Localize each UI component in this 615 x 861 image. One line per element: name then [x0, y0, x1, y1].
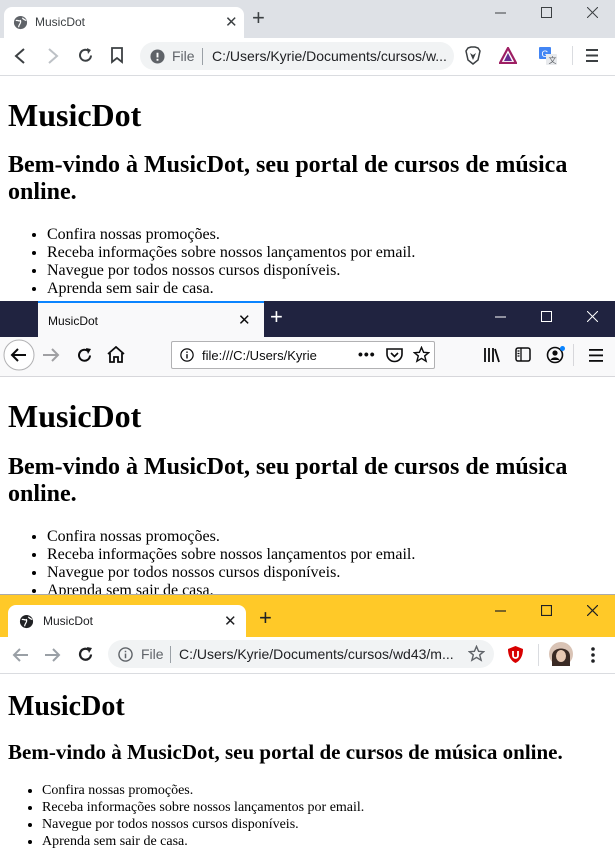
maximize-button[interactable]	[523, 304, 569, 334]
tab-musicdot[interactable]: MusicDot ✕	[8, 605, 246, 638]
info-icon[interactable]	[180, 348, 194, 367]
page-content: MusicDot Bem-vindo à MusicDot, seu porta…	[0, 76, 615, 298]
bookmark-icon[interactable]	[111, 47, 123, 69]
list-item: Navegue por todos nossos cursos disponív…	[47, 262, 615, 280]
feature-list: Confira nossas promoções. Receba informa…	[0, 226, 615, 298]
forward-icon[interactable]	[44, 647, 61, 668]
bookmark-star-icon[interactable]	[467, 644, 486, 667]
tab-title: MusicDot	[43, 614, 94, 628]
page-title: MusicDot	[8, 691, 125, 722]
minimize-button[interactable]	[477, 0, 523, 30]
url-scheme: File	[172, 48, 195, 64]
minimize-button[interactable]	[477, 598, 523, 628]
feature-list: Confira nossas promoções. Receba informa…	[0, 782, 615, 850]
close-tab-icon[interactable]: ✕	[238, 311, 251, 329]
svg-text:文: 文	[549, 55, 557, 65]
translate-icon[interactable]: G文	[539, 47, 557, 70]
profile-avatar[interactable]	[549, 642, 573, 671]
menu-icon[interactable]	[589, 349, 603, 367]
address-bar[interactable]: file:///C:/Users/Kyrie •••	[171, 341, 435, 369]
maximize-button[interactable]	[523, 598, 569, 628]
close-window-button[interactable]	[569, 304, 615, 334]
close-tab-icon[interactable]: ✕	[224, 612, 237, 630]
back-icon[interactable]	[3, 339, 35, 376]
list-item: Aprenda sem sair de casa.	[47, 280, 615, 298]
list-item: Receba informações sobre nossos lançamen…	[42, 799, 615, 816]
list-item: Aprenda sem sair de casa.	[42, 833, 615, 850]
tab-strip: MusicDot ✕ +	[0, 0, 615, 38]
ublock-origin-icon[interactable]	[507, 645, 524, 669]
page-subtitle: Bem-vindo à MusicDot, seu portal de curs…	[8, 454, 568, 507]
back-icon[interactable]	[13, 48, 27, 69]
toolbar: File C:/Users/Kyrie/Documents/cursos/w..…	[0, 38, 615, 76]
tab-musicdot[interactable]: MusicDot ✕	[4, 7, 244, 38]
info-icon[interactable]	[150, 49, 165, 69]
brave-rewards-icon[interactable]	[498, 45, 518, 69]
tab-title: MusicDot	[35, 15, 86, 29]
url-text: C:/Users/Kyrie/Documents/cursos/w...	[212, 48, 447, 64]
tab-strip: MusicDot ✕ +	[0, 594, 615, 638]
page-actions-icon[interactable]: •••	[358, 346, 376, 362]
new-tab-button[interactable]: +	[252, 7, 265, 29]
tab-title: MusicDot	[48, 314, 99, 328]
page-title: MusicDot	[8, 97, 142, 133]
list-item: Receba informações sobre nossos lançamen…	[47, 546, 615, 564]
brave-shields-icon[interactable]	[465, 46, 481, 70]
url-scheme: File	[141, 646, 164, 662]
home-icon[interactable]	[107, 345, 125, 368]
page-content: MusicDot Bem-vindo à MusicDot, seu porta…	[0, 674, 615, 850]
pocket-icon[interactable]	[386, 347, 403, 368]
close-tab-icon[interactable]: ✕	[225, 13, 238, 31]
new-tab-button[interactable]: +	[259, 607, 272, 629]
forward-icon[interactable]	[46, 48, 60, 69]
address-bar[interactable]: File C:/Users/Kyrie/Documents/cursos/wd4…	[108, 640, 494, 668]
sidebar-icon[interactable]	[515, 347, 531, 367]
page-subtitle: Bem-vindo à MusicDot, seu portal de curs…	[8, 740, 563, 764]
bookmark-star-icon[interactable]	[412, 345, 431, 368]
minimize-button[interactable]	[477, 304, 523, 334]
close-window-button[interactable]	[569, 598, 615, 628]
list-item: Navegue por todos nossos cursos disponív…	[47, 564, 615, 582]
list-item: Confira nossas promoções.	[47, 528, 615, 546]
toolbar: File C:/Users/Kyrie/Documents/cursos/wd4…	[0, 637, 615, 674]
separator	[202, 48, 203, 65]
reload-icon[interactable]	[77, 47, 94, 69]
page-subtitle: Bem-vindo à MusicDot, seu portal de curs…	[8, 152, 568, 205]
toolbar-divider	[572, 46, 573, 65]
brave-window: MusicDot ✕ + File C:/Users/Kyrie/Documen…	[0, 0, 615, 301]
address-bar[interactable]: File C:/Users/Kyrie/Documents/cursos/w..…	[140, 42, 454, 70]
library-icon[interactable]	[484, 347, 501, 368]
menu-icon[interactable]	[591, 647, 595, 668]
account-icon[interactable]	[546, 346, 566, 369]
menu-icon[interactable]	[586, 49, 598, 67]
toolbar-divider	[573, 344, 574, 366]
url-text: C:/Users/Kyrie/Documents/cursos/wd43/m..…	[179, 646, 454, 662]
list-item: Aprenda sem sair de casa.	[47, 582, 615, 594]
chrome-window: MusicDot ✕ + File C:/Users/Kyrie/Documen…	[0, 594, 615, 861]
globe-icon	[19, 614, 34, 634]
reload-icon[interactable]	[77, 646, 94, 668]
maximize-button[interactable]	[523, 0, 569, 30]
url-text: file:///C:/Users/Kyrie	[202, 348, 317, 363]
list-item: Receba informações sobre nossos lançamen…	[47, 244, 615, 262]
page-title: MusicDot	[8, 398, 142, 434]
forward-icon[interactable]	[42, 347, 60, 368]
info-icon[interactable]	[118, 647, 133, 667]
toolbar: file:///C:/Users/Kyrie •••	[0, 337, 615, 377]
firefox-window: MusicDot ✕ + file:///C:/Users/Kyrie ••• …	[0, 301, 615, 594]
close-window-button[interactable]	[569, 0, 615, 30]
tab-musicdot[interactable]: MusicDot ✕	[38, 301, 264, 337]
separator	[170, 646, 171, 663]
list-item: Confira nossas promoções.	[47, 226, 615, 244]
list-item: Navegue por todos nossos cursos disponív…	[42, 816, 615, 833]
globe-icon	[13, 15, 28, 35]
back-icon[interactable]	[12, 647, 29, 668]
new-tab-button[interactable]: +	[270, 306, 283, 328]
page-content: MusicDot Bem-vindo à MusicDot, seu porta…	[0, 377, 615, 594]
toolbar-divider	[538, 644, 539, 666]
list-item: Confira nossas promoções.	[42, 782, 615, 799]
tab-strip: MusicDot ✕ +	[0, 301, 615, 337]
reload-icon[interactable]	[76, 347, 93, 369]
feature-list: Confira nossas promoções. Receba informa…	[0, 528, 615, 594]
